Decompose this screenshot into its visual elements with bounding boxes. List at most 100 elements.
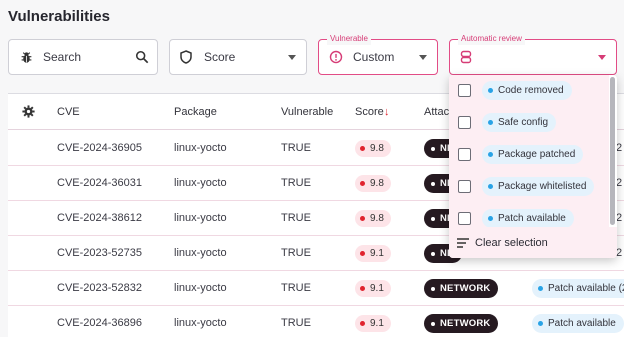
shield-icon (180, 50, 192, 64)
score-dot (360, 251, 365, 256)
search-icon[interactable] (135, 50, 149, 64)
search-input[interactable]: Search (43, 50, 81, 64)
option-label: Code removed (498, 85, 564, 96)
gear-icon[interactable] (22, 105, 35, 118)
review-option[interactable]: Package patched (449, 139, 609, 171)
option-tag: Package patched (482, 145, 584, 164)
score-value: 9.8 (370, 143, 384, 154)
vulnerable-cell: TRUE (281, 212, 311, 224)
option-tag: Safe config (482, 113, 557, 132)
clear-list-icon (457, 237, 469, 248)
attack-dot (431, 286, 435, 291)
attack-dot (431, 321, 435, 326)
attack-dot (431, 216, 435, 221)
package-cell: linux-yocto (174, 247, 227, 259)
attack-dot (431, 251, 435, 256)
score-badge: 9.1 (355, 245, 391, 262)
vulnerable-value: Custom (353, 50, 395, 64)
review-tag: Patch available (532, 314, 624, 333)
cve-cell[interactable]: CVE-2023-52832 (57, 282, 142, 294)
package-cell: linux-yocto (174, 177, 227, 189)
score-value: 9.1 (370, 318, 384, 329)
vulnerable-cell: TRUE (281, 142, 311, 154)
package-cell: linux-yocto (174, 317, 227, 329)
automatic-review-dropdown: Code removed Safe config Package patched Pa… (449, 75, 617, 258)
tag-dot (488, 120, 493, 125)
review-option[interactable]: Package whitelisted (449, 171, 609, 203)
vulnerable-label: Vulnerable (327, 33, 371, 45)
package-cell: linux-yocto (174, 212, 227, 224)
review-value: Patch available (548, 318, 616, 329)
score-badge: 9.1 (355, 315, 391, 332)
option-checkbox[interactable] (458, 116, 471, 129)
header-vulnerable[interactable]: Vulnerable (281, 106, 333, 118)
tag-dot (488, 88, 493, 93)
cve-cell[interactable]: CVE-2024-38612 (57, 212, 142, 224)
score-dot (360, 216, 365, 221)
vulnerable-cell: TRUE (281, 247, 311, 259)
attack-value: NETWORK (440, 283, 491, 294)
attack-vector-badge: NETWORK (424, 314, 499, 333)
cve-cell[interactable]: CVE-2023-52735 (57, 247, 142, 259)
header-cve[interactable]: CVE (57, 106, 80, 118)
chevron-down-icon (288, 55, 296, 60)
robot-icon (460, 50, 472, 64)
score-select[interactable]: Score (169, 39, 307, 75)
score-dot (360, 146, 365, 151)
attack-vector-badge: NETWORK (424, 279, 499, 298)
option-label: Package patched (498, 149, 576, 160)
score-value: 9.1 (370, 248, 384, 259)
vulnerable-select[interactable]: Vulnerable Custom (318, 33, 438, 75)
tag-dot (488, 216, 493, 221)
cve-cell[interactable]: CVE-2024-36905 (57, 142, 142, 154)
option-checkbox[interactable] (458, 180, 471, 193)
option-checkbox[interactable] (458, 84, 471, 97)
option-label: Patch available (498, 213, 566, 224)
page-title: Vulnerabilities (8, 8, 110, 25)
header-package[interactable]: Package (174, 106, 217, 118)
score-dot (360, 286, 365, 291)
table-row[interactable]: CVE-2024-36896 linux-yocto TRUE 9.1 NETWORK P… (8, 306, 624, 337)
score-placeholder: Score (204, 50, 236, 64)
automatic-review-select[interactable]: Automatic review (449, 33, 617, 75)
tag-dot (488, 152, 493, 157)
option-tag: Code removed (482, 81, 572, 100)
dropdown-scrollbar[interactable] (610, 77, 615, 225)
score-badge: 9.8 (355, 175, 391, 192)
search-field[interactable]: Search (8, 39, 158, 75)
package-cell: linux-yocto (174, 142, 227, 154)
review-option[interactable]: Safe config (449, 107, 609, 139)
review-option[interactable]: Code removed (449, 75, 609, 107)
cve-cell[interactable]: CVE-2024-36896 (57, 317, 142, 329)
attack-dot (431, 146, 435, 151)
score-badge: 9.8 (355, 140, 391, 157)
header-attack[interactable]: Attac (424, 106, 449, 118)
vulnerable-cell: TRUE (281, 317, 311, 329)
attack-value: NETWORK (440, 318, 491, 329)
tag-dot (488, 184, 493, 189)
review-tag: Patch available (2 (532, 279, 624, 298)
option-label: Package whitelisted (498, 181, 587, 192)
header-score[interactable]: Score (355, 106, 384, 118)
vulnerable-cell: TRUE (281, 177, 311, 189)
chevron-down-icon (419, 55, 427, 60)
sort-desc-icon[interactable]: ↓ (384, 106, 390, 118)
option-checkbox[interactable] (458, 212, 471, 225)
score-value: 9.8 (370, 178, 384, 189)
alert-circle-icon (329, 50, 343, 64)
package-cell: linux-yocto (174, 282, 227, 294)
automatic-review-label: Automatic review (458, 33, 525, 45)
cve-cell[interactable]: CVE-2024-36031 (57, 177, 142, 189)
bug-icon (19, 50, 33, 64)
tag-dot (538, 286, 543, 291)
option-checkbox[interactable] (458, 148, 471, 161)
vulnerable-cell: TRUE (281, 282, 311, 294)
clear-selection-button[interactable]: Clear selection (449, 227, 617, 258)
score-badge: 9.8 (355, 210, 391, 227)
attack-dot (431, 181, 435, 186)
score-badge: 9.1 (355, 280, 391, 297)
score-dot (360, 321, 365, 326)
table-row[interactable]: CVE-2023-52832 linux-yocto TRUE 9.1 NETWORK P… (8, 271, 624, 306)
option-tag: Patch available (482, 209, 574, 228)
review-value: Patch available (2 (548, 283, 624, 294)
